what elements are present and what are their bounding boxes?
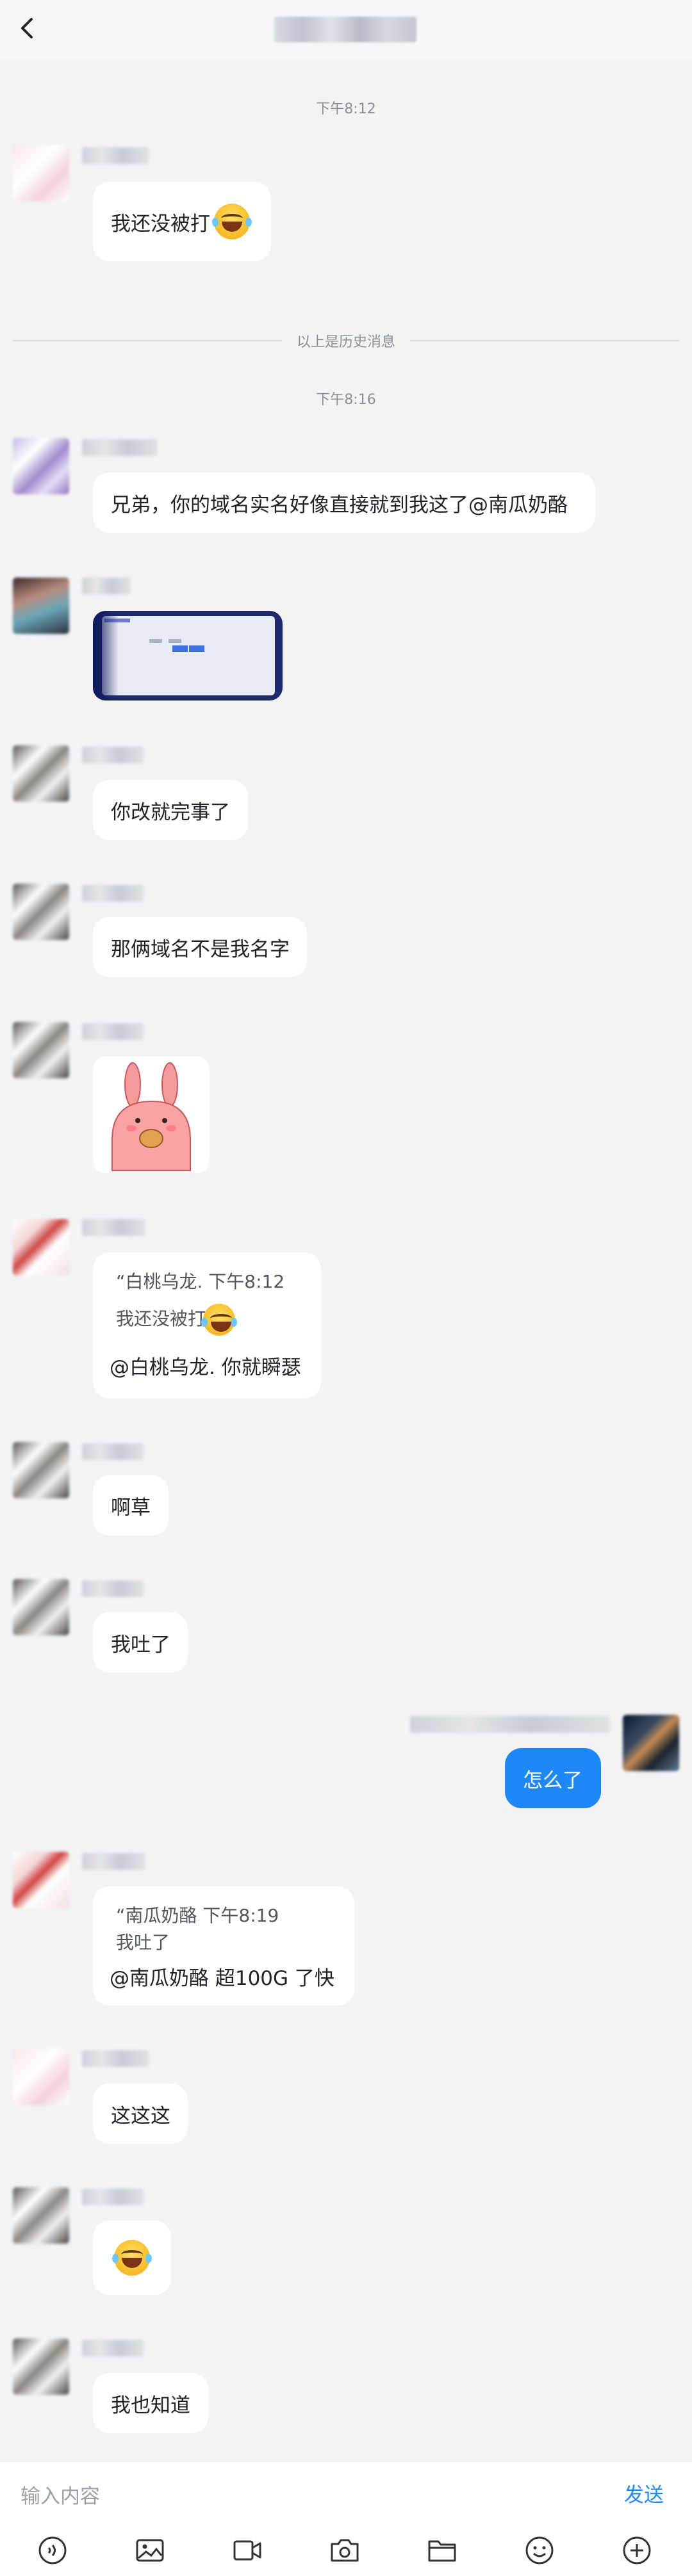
message-text: 这这这 bbox=[111, 2104, 170, 2128]
message-bubble[interactable]: 我也知道 bbox=[93, 2373, 208, 2433]
message-bubble[interactable]: 兄弟，你的域名实名好像直接就到我这了@南瓜奶酪 bbox=[93, 473, 595, 533]
message-text: 啊草 bbox=[111, 1496, 151, 1519]
back-icon[interactable] bbox=[12, 13, 42, 44]
reply-bubble[interactable]: “白桃乌龙. 下午8:12 我还没被打 @白桃乌龙. 你就瞬瑟 bbox=[93, 1252, 321, 1398]
avatar[interactable] bbox=[13, 1852, 69, 1908]
sender-name bbox=[82, 439, 158, 456]
sender-name bbox=[82, 1219, 145, 1236]
quoted-sender: “白桃乌龙. 下午8:12 bbox=[116, 1271, 285, 1292]
quoted-text: 我还没被打 bbox=[116, 1308, 206, 1329]
sender-name bbox=[82, 147, 149, 164]
sender-name bbox=[82, 2050, 149, 2067]
message-bubble[interactable]: 那俩域名不是我名字 bbox=[93, 917, 307, 977]
avatar[interactable] bbox=[13, 2187, 69, 2244]
camera-icon[interactable] bbox=[327, 2532, 363, 2568]
sticker-message[interactable] bbox=[93, 1057, 210, 1173]
avatar[interactable] bbox=[13, 2049, 69, 2105]
reply-text: @白桃乌龙. 你就瞬瑟 bbox=[110, 1356, 301, 1379]
chat-title bbox=[274, 17, 416, 42]
sender-name bbox=[82, 578, 131, 594]
message-input[interactable]: 输入内容 bbox=[21, 2480, 100, 2509]
message-bubble[interactable]: 这这这 bbox=[93, 2084, 188, 2144]
message-bubble[interactable] bbox=[93, 2221, 171, 2295]
message-text: 兄弟，你的域名实名好像直接就到我这了@南瓜奶酪 bbox=[111, 493, 568, 517]
image-icon[interactable] bbox=[132, 2532, 168, 2568]
avatar[interactable] bbox=[623, 1715, 679, 1771]
sender-name bbox=[410, 1716, 610, 1733]
send-button[interactable]: 发送 bbox=[624, 2479, 664, 2507]
reply-text: @南瓜奶酪 超100G 了快 bbox=[110, 1967, 334, 1990]
timestamp: 下午8:12 bbox=[316, 101, 376, 117]
message-bubble[interactable]: 我还没被打 bbox=[93, 182, 271, 261]
avatar[interactable] bbox=[13, 1579, 69, 1635]
timestamp: 下午8:16 bbox=[316, 392, 376, 408]
tears-of-joy-icon bbox=[112, 2240, 152, 2276]
video-icon[interactable] bbox=[229, 2532, 265, 2568]
message-text: 那俩域名不是我名字 bbox=[111, 937, 290, 961]
sender-name bbox=[82, 885, 144, 902]
avatar[interactable] bbox=[13, 1022, 69, 1078]
avatar[interactable] bbox=[13, 1219, 69, 1276]
voice-icon[interactable] bbox=[35, 2532, 70, 2568]
avatar[interactable] bbox=[13, 884, 69, 940]
message-bubble[interactable]: 啊草 bbox=[93, 1475, 169, 1535]
sender-name bbox=[82, 2189, 144, 2205]
sender-name bbox=[82, 2340, 144, 2356]
plus-icon[interactable] bbox=[619, 2532, 655, 2568]
quoted-text: 我吐了 bbox=[116, 1932, 170, 1953]
folder-icon[interactable] bbox=[424, 2532, 460, 2568]
history-divider-label: 以上是历史消息 bbox=[282, 330, 410, 351]
avatar[interactable] bbox=[13, 1442, 69, 1498]
avatar[interactable] bbox=[13, 438, 69, 494]
message-text: 我还没被打 bbox=[111, 212, 210, 236]
tears-of-joy-icon bbox=[212, 204, 252, 239]
message-text: 你改就完事了 bbox=[111, 800, 230, 824]
message-text: 我吐了 bbox=[111, 1633, 170, 1657]
quoted-sender: “南瓜奶酪 下午8:19 bbox=[116, 1905, 279, 1926]
emoji-icon[interactable] bbox=[522, 2532, 557, 2568]
sender-name bbox=[82, 1853, 145, 1870]
sender-name bbox=[82, 1443, 144, 1460]
message-bubble[interactable]: 你改就完事了 bbox=[93, 780, 248, 840]
sender-name bbox=[82, 1023, 144, 1040]
message-text: 怎么了 bbox=[523, 1769, 582, 1792]
avatar[interactable] bbox=[13, 745, 69, 802]
avatar[interactable] bbox=[13, 2338, 69, 2395]
sender-name bbox=[82, 747, 144, 763]
message-bubble[interactable]: 怎么了 bbox=[505, 1748, 601, 1808]
rabbit-sticker-icon bbox=[111, 1062, 191, 1171]
message-text: 我也知道 bbox=[111, 2394, 190, 2417]
image-message[interactable] bbox=[93, 611, 283, 701]
avatar[interactable] bbox=[13, 145, 69, 201]
reply-bubble[interactable]: “南瓜奶酪 下午8:19 我吐了 @南瓜奶酪 超100G 了快 bbox=[93, 1886, 354, 2005]
message-bubble[interactable]: 我吐了 bbox=[93, 1612, 188, 1673]
avatar[interactable] bbox=[13, 578, 69, 634]
tears-of-joy-icon bbox=[201, 1304, 237, 1336]
sender-name bbox=[82, 1580, 144, 1597]
